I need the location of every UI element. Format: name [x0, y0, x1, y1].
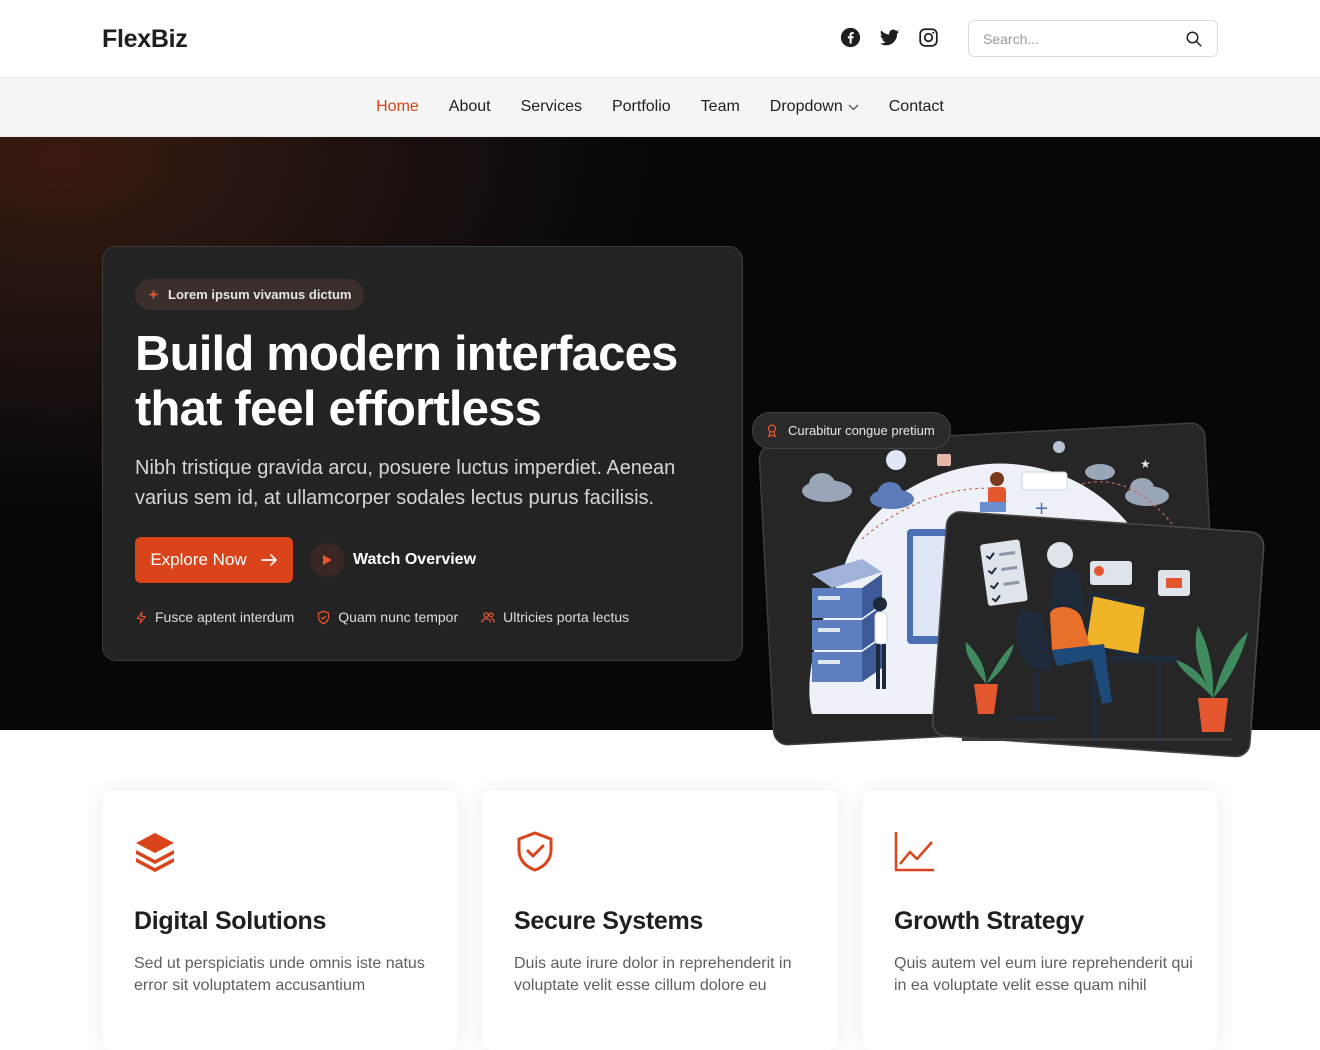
layers-icon [136, 833, 174, 872]
hero-section: Lorem ipsum vivamus dictum Build modern … [0, 137, 1320, 758]
nav-label: Portfolio [611, 98, 671, 115]
service-card[interactable]: Digital Solutions Sed ut perspiciatis un… [102, 790, 458, 1050]
nav-services[interactable]: Services [506, 98, 597, 116]
nav-portfolio[interactable]: Portfolio [597, 98, 686, 116]
nav-team[interactable]: Team [686, 98, 755, 116]
shield-check-icon [517, 831, 553, 872]
social-links [840, 27, 939, 48]
service-card[interactable]: Secure Systems Duis aute irure dolor in … [482, 790, 838, 1050]
card-title: Growth Strategy [894, 907, 1084, 935]
feature-item: Ultricies porta lectus [480, 609, 629, 625]
hero-illustration: Curabitur congue pretium + ★ [752, 274, 1272, 764]
search-icon[interactable] [1185, 30, 1203, 48]
service-card[interactable]: Growth Strategy Quis autem vel eum iure … [862, 790, 1218, 1050]
nav-dropdown[interactable]: Dropdown [755, 98, 874, 116]
watch-overview-label: Watch Overview [353, 551, 477, 568]
hero-card: Lorem ipsum vivamus dictum Build modern … [102, 246, 743, 661]
nav-home[interactable]: Home [361, 98, 434, 116]
nav-contact[interactable]: Contact [874, 98, 959, 116]
feature-label: Quam nunc tempor [338, 609, 459, 625]
nav-label: Contact [888, 98, 944, 115]
nav-label: Home [376, 98, 419, 115]
twitter-icon[interactable] [879, 27, 900, 48]
services-cards: Digital Solutions Sed ut perspiciatis un… [102, 790, 1218, 1050]
chevron-down-icon [848, 104, 859, 110]
card-text: Duis aute irure dolor in reprehenderit i… [514, 955, 792, 994]
nav-label: Services [520, 98, 582, 115]
explore-now-label: Explore Now [150, 550, 247, 569]
feature-label: Fusce aptent interdum [155, 609, 295, 625]
facebook-icon[interactable] [840, 27, 861, 48]
chart-line-icon [894, 832, 934, 872]
svg-text:+: + [1034, 498, 1049, 519]
main-nav: Home About Services Portfolio Team Dropd… [0, 78, 1320, 136]
hero-title-line: that feel effortless [135, 382, 542, 436]
instagram-icon[interactable] [918, 27, 939, 48]
hero-description: Nibh tristique gravida arcu, posuere luc… [135, 457, 676, 509]
watch-overview-button[interactable]: Watch Overview [310, 543, 476, 577]
hero-badge-text: Lorem ipsum vivamus dictum [168, 287, 352, 302]
illustration-badge: Curabitur congue pretium [752, 412, 951, 449]
illustration-badge-text: Curabitur congue pretium [788, 423, 935, 438]
feature-item: Quam nunc tempor [316, 609, 458, 625]
card-title: Secure Systems [514, 907, 703, 935]
logo[interactable]: FlexBiz [102, 25, 188, 54]
bolt-icon [136, 611, 146, 623]
search-input[interactable] [983, 29, 1173, 49]
shield-icon [318, 610, 330, 624]
feature-label: Ultricies porta lectus [503, 609, 630, 625]
office-illustration: + ★ [758, 422, 1265, 758]
nav-label: Dropdown [769, 98, 843, 115]
top-header: FlexBiz [0, 0, 1320, 77]
feature-item: Fusce aptent interdum [135, 609, 294, 625]
award-icon [767, 424, 777, 438]
users-icon [481, 611, 496, 623]
main-navbar: Home About Services Portfolio Team Dropd… [0, 77, 1320, 137]
hero-title-line: Build modern interfaces [135, 327, 678, 381]
play-icon [310, 543, 344, 577]
hero-title: Build modern interfaces that feel effort… [135, 327, 715, 437]
svg-text:★: ★ [1140, 457, 1151, 471]
arrow-right-icon [260, 554, 277, 566]
explore-now-button[interactable]: Explore Now [135, 537, 293, 583]
search-box [968, 20, 1218, 57]
nav-about[interactable]: About [434, 98, 506, 116]
nav-label: About [448, 98, 491, 115]
card-text: Sed ut perspiciatis unde omnis iste natu… [134, 955, 425, 994]
nav-label: Team [700, 98, 740, 115]
sparkle-icon [148, 289, 159, 300]
hero-features: Fusce aptent interdum Quam nunc tempor U… [135, 609, 629, 625]
card-text: Quis autem vel eum iure reprehenderit qu… [894, 955, 1193, 994]
card-title: Digital Solutions [134, 907, 327, 935]
hero-badge: Lorem ipsum vivamus dictum [135, 279, 364, 310]
